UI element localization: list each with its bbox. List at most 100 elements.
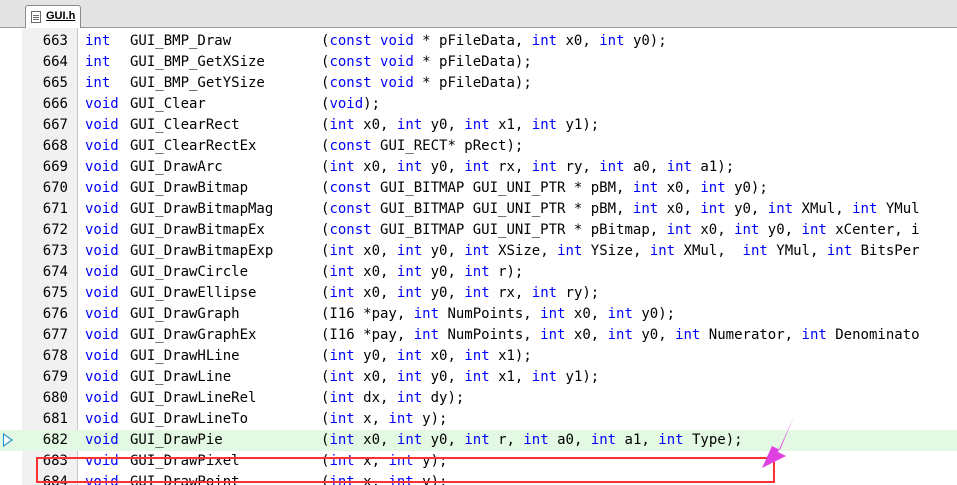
- code-text: void GUI_Clear (void);: [85, 94, 380, 115]
- return-type: void: [85, 432, 119, 448]
- code-line[interactable]: 676 void GUI_DrawGraph (I16 *pay, int NumPo…: [0, 304, 957, 325]
- return-type: void: [85, 306, 119, 322]
- return-type: void: [85, 201, 119, 217]
- return-type: void: [85, 138, 119, 154]
- code-line[interactable]: 668 void GUI_ClearRectEx (const GUI_RECT* p…: [0, 136, 957, 157]
- code-text: void GUI_DrawGraph (I16 *pay, int NumPoint…: [85, 304, 675, 325]
- line-number: 667: [42, 117, 68, 133]
- line-number: 677: [42, 327, 68, 343]
- parameter-list: (int y0, int x0, int x1);: [321, 348, 532, 364]
- parameter-list: (int x0, int y0, int r, int a0, int a1, …: [321, 432, 743, 448]
- code-text: void GUI_DrawBitmapMag (const GUI_BITMAP G…: [85, 199, 920, 220]
- line-number: 679: [42, 369, 68, 385]
- code-text: int GUI_BMP_GetXSize (const void * pFileDa…: [85, 52, 532, 73]
- code-text: int GUI_BMP_Draw (const void * pFileData, …: [85, 31, 667, 52]
- code-editor[interactable]: 663 int GUI_BMP_Draw (const void * pFileDat…: [0, 28, 957, 485]
- header-file-icon: [31, 11, 41, 23]
- line-number: 673: [42, 243, 68, 259]
- parameter-list: (int x0, int y0, int rx, int ry, int a0,…: [321, 159, 735, 175]
- return-type: int: [85, 75, 111, 91]
- function-name: GUI_ClearRect: [130, 117, 240, 133]
- code-line[interactable]: 672 void GUI_DrawBitmapEx (const GUI_BITMAP…: [0, 220, 957, 241]
- code-line[interactable]: 669 void GUI_DrawArc (int x0, int y0, int r…: [0, 157, 957, 178]
- code-text: void GUI_DrawLineRel (int dx, int dy);: [85, 388, 464, 409]
- code-line[interactable]: 663 int GUI_BMP_Draw (const void * pFileDat…: [0, 31, 957, 52]
- tab-label: GUI.h: [46, 10, 76, 22]
- code-line[interactable]: 667 void GUI_ClearRect (int x0, int y0, int…: [0, 115, 957, 136]
- function-name: GUI_DrawBitmapExp: [130, 243, 274, 259]
- parameter-list: (int dx, int dy);: [321, 390, 465, 406]
- function-name: GUI_DrawCircle: [130, 264, 249, 280]
- tab-gui-h[interactable]: GUI.h: [25, 5, 81, 28]
- parameter-list: (int x0, int y0, int r);: [321, 264, 524, 280]
- line-number: 675: [42, 285, 68, 301]
- line-number: 669: [42, 159, 68, 175]
- code-line[interactable]: 674 void GUI_DrawCircle (int x0, int y0, in…: [0, 262, 957, 283]
- code-line[interactable]: 671 void GUI_DrawBitmapMag (const GUI_BITMA…: [0, 199, 957, 220]
- code-line[interactable]: 678 void GUI_DrawHLine (int y0, int x0, int…: [0, 346, 957, 367]
- code-line[interactable]: 677 void GUI_DrawGraphEx (I16 *pay, int Num…: [0, 325, 957, 346]
- return-type: void: [85, 327, 119, 343]
- function-name: GUI_ClearRectEx: [130, 138, 257, 154]
- line-number: 681: [42, 411, 68, 427]
- function-name: GUI_Clear: [130, 96, 206, 112]
- return-type: void: [85, 117, 119, 133]
- code-text: void GUI_DrawArc (int x0, int y0, int rx, …: [85, 157, 734, 178]
- code-text: void GUI_DrawLine (int x0, int y0, int x1,…: [85, 367, 599, 388]
- return-type: void: [85, 180, 119, 196]
- highlight-box: [36, 457, 775, 483]
- line-number: 678: [42, 348, 68, 364]
- line-number: 672: [42, 222, 68, 238]
- code-text: int GUI_BMP_GetYSize (const void * pFileDa…: [85, 73, 532, 94]
- parameter-list: (const void * pFileData, int x0, int y0)…: [321, 33, 667, 49]
- return-type: void: [85, 411, 119, 427]
- line-number: 668: [42, 138, 68, 154]
- code-text: void GUI_ClearRect (int x0, int y0, int x1…: [85, 115, 599, 136]
- parameter-list: (int x, int y);: [321, 411, 448, 427]
- return-type: void: [85, 264, 119, 280]
- return-type: void: [85, 369, 119, 385]
- code-text: void GUI_DrawEllipse (int x0, int y0, int …: [85, 283, 599, 304]
- code-line[interactable]: 664 int GUI_BMP_GetXSize (const void * pFil…: [0, 52, 957, 73]
- parameter-list: (I16 *pay, int NumPoints, int x0, int y0…: [321, 327, 920, 343]
- code-line[interactable]: 673 void GUI_DrawBitmapExp (int x0, int y0,…: [0, 241, 957, 262]
- code-text: void GUI_DrawBitmapExp (int x0, int y0, in…: [85, 241, 920, 262]
- line-number: 676: [42, 306, 68, 322]
- function-name: GUI_DrawBitmap: [130, 180, 249, 196]
- code-line[interactable]: 679 void GUI_DrawLine (int x0, int y0, int …: [0, 367, 957, 388]
- function-name: GUI_DrawLineRel: [130, 390, 257, 406]
- return-type: void: [85, 96, 119, 112]
- code-text: void GUI_DrawBitmapEx (const GUI_BITMAP GU…: [85, 220, 920, 241]
- code-line[interactable]: 680 void GUI_DrawLineRel (int dx, int dy);: [0, 388, 957, 409]
- code-line[interactable]: 670 void GUI_DrawBitmap (const GUI_BITMAP G…: [0, 178, 957, 199]
- code-line[interactable]: 675 void GUI_DrawEllipse (int x0, int y0, i…: [0, 283, 957, 304]
- line-number: 670: [42, 180, 68, 196]
- code-text: void GUI_DrawLineTo (int x, int y);: [85, 409, 447, 430]
- code-line[interactable]: 665 int GUI_BMP_GetYSize (const void * pFil…: [0, 73, 957, 94]
- function-name: GUI_DrawGraph: [130, 306, 240, 322]
- return-type: void: [85, 243, 119, 259]
- parameter-list: (int x0, int y0, int XSize, int YSize, i…: [321, 243, 920, 259]
- return-type: int: [85, 33, 111, 49]
- code-text: void GUI_DrawGraphEx (I16 *pay, int NumPoi…: [85, 325, 920, 346]
- function-name: GUI_DrawHLine: [130, 348, 240, 364]
- code-line[interactable]: 681 void GUI_DrawLineTo (int x, int y);: [0, 409, 957, 430]
- return-type: void: [85, 390, 119, 406]
- parameter-list: (const GUI_BITMAP GUI_UNI_PTR * pBM, int…: [321, 180, 768, 196]
- line-number: 664: [42, 54, 68, 70]
- line-number: 666: [42, 96, 68, 112]
- code-lines: 663 int GUI_BMP_Draw (const void * pFileDat…: [0, 31, 957, 485]
- line-number: 663: [42, 33, 68, 49]
- editor-tab-bar: GUI.h: [0, 0, 957, 28]
- function-name: GUI_DrawBitmapMag: [130, 201, 274, 217]
- line-number: 682: [42, 432, 68, 448]
- parameter-list: (const void * pFileData);: [321, 54, 532, 70]
- function-name: GUI_DrawBitmapEx: [130, 222, 265, 238]
- parameter-list: (void);: [321, 96, 381, 112]
- parameter-list: (int x0, int y0, int rx, int ry);: [321, 285, 600, 301]
- code-line[interactable]: 682 void GUI_DrawPie (int x0, int y0, int r…: [0, 430, 957, 451]
- parameter-list: (int x0, int y0, int x1, int y1);: [321, 117, 600, 133]
- function-name: GUI_DrawEllipse: [130, 285, 257, 301]
- code-line[interactable]: 666 void GUI_Clear (void);: [0, 94, 957, 115]
- line-number: 665: [42, 75, 68, 91]
